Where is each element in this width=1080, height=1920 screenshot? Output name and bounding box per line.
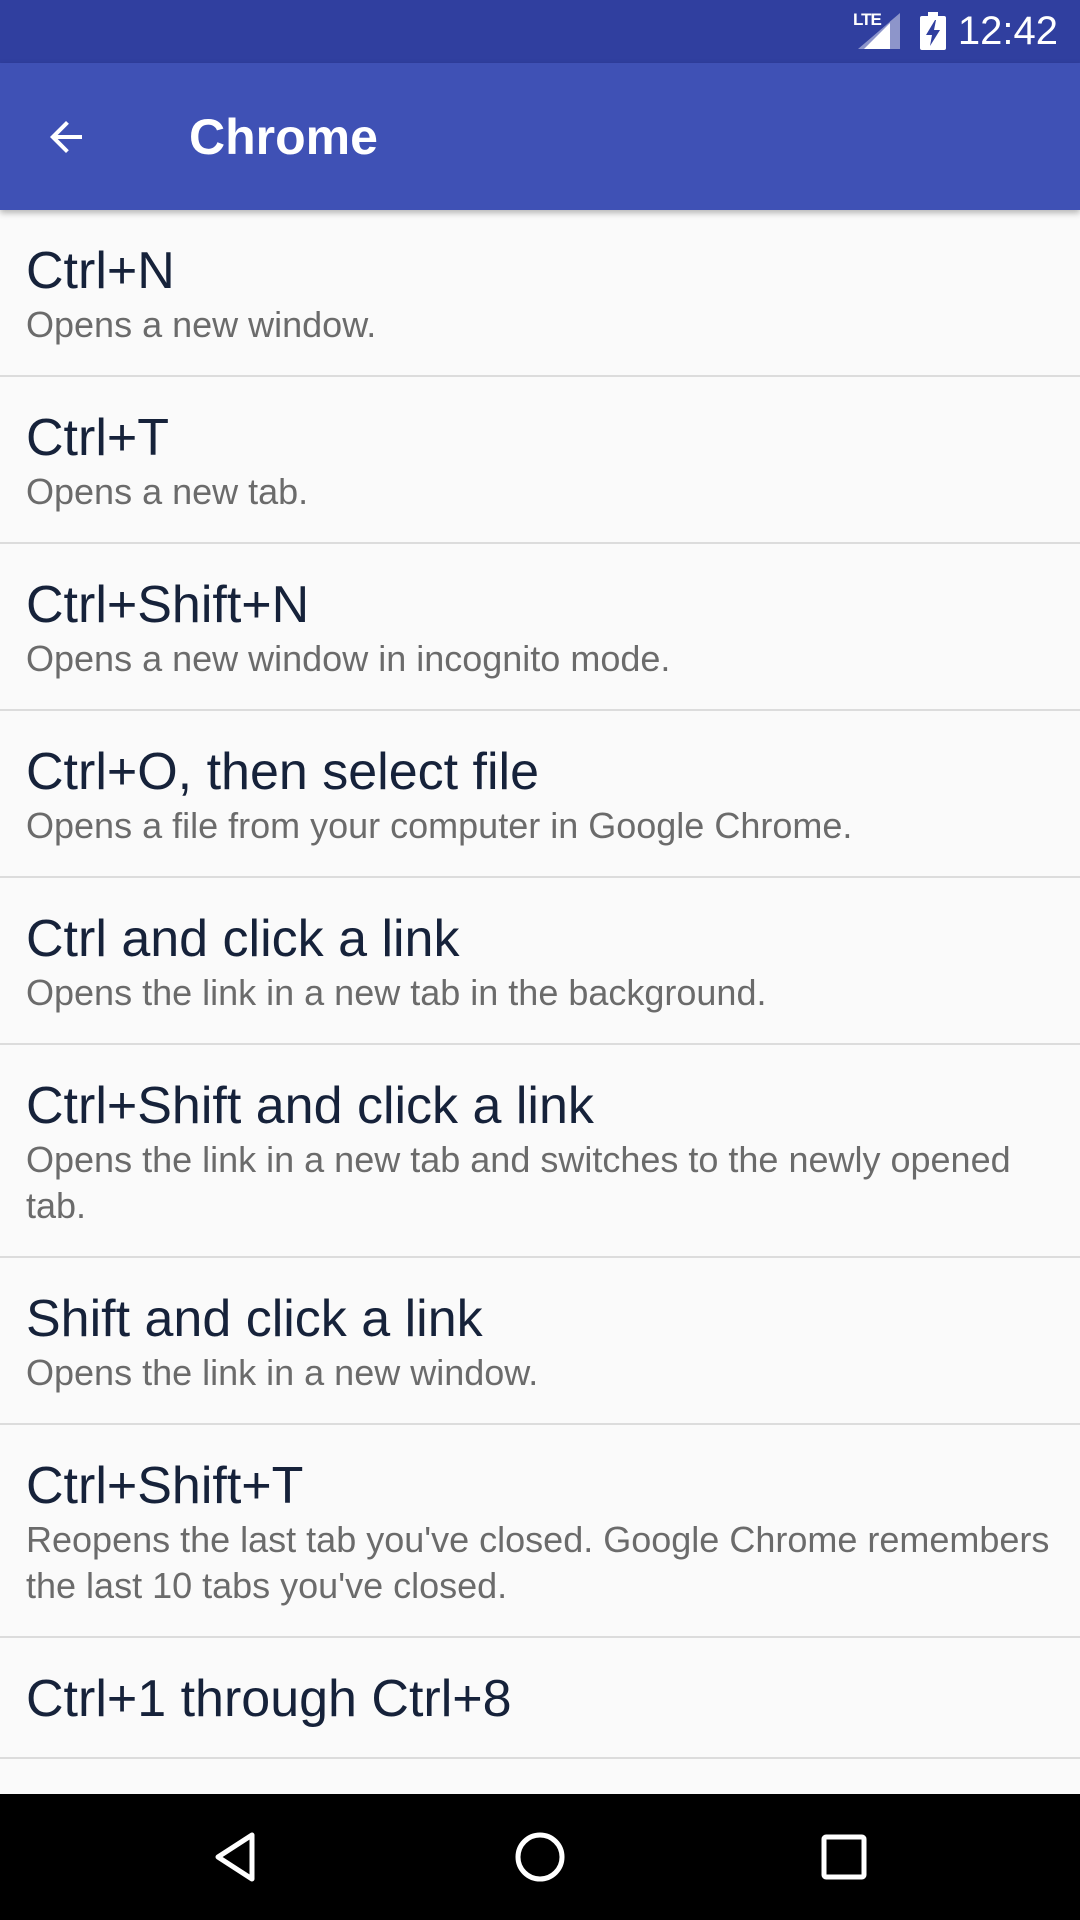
shortcut-description: Opens the link in a new tab and switches… <box>26 1139 1011 1226</box>
shortcut-title: Ctrl+T <box>26 409 169 467</box>
clock: 12:42 <box>957 9 1058 53</box>
shortcut-list[interactable]: Ctrl+N Opens a new window. Ctrl+T Opens … <box>0 210 1080 1794</box>
shortcut-title: Ctrl and click a link <box>26 910 460 968</box>
battery-charging-icon <box>920 12 946 50</box>
shortcut-description: Opens a new window in incognito mode. <box>26 638 671 679</box>
shortcut-description: Opens a new window. <box>26 304 377 345</box>
shortcut-description: Opens the link in a new tab in the backg… <box>26 972 767 1013</box>
navigation-bar <box>0 1794 1080 1920</box>
list-item[interactable]: Ctrl and click a link Opens the link in … <box>0 878 1080 1045</box>
back-button[interactable] <box>30 101 102 173</box>
list-item[interactable]: Shift and click a link Opens the link in… <box>0 1258 1080 1425</box>
shortcut-title: Ctrl+Shift+N <box>26 576 310 634</box>
list-item[interactable]: Ctrl+T Opens a new tab. <box>0 377 1080 544</box>
square-recents-icon[interactable] <box>814 1827 874 1887</box>
shortcut-title: Ctrl+Shift+T <box>26 1457 304 1515</box>
screen: LTE 12:42 Chrome Ctrl+N Opens a new wind… <box>0 0 1080 1920</box>
shortcut-title: Ctrl+1 through Ctrl+8 <box>26 1670 512 1728</box>
list-item[interactable]: Ctrl+1 through Ctrl+8 <box>0 1638 1080 1759</box>
list-item[interactable]: Ctrl+Shift+N Opens a new window in incog… <box>0 544 1080 711</box>
shortcut-title: Ctrl+N <box>26 242 175 300</box>
app-bar: Chrome <box>0 63 1080 210</box>
arrow-back-icon <box>50 121 82 153</box>
list-item[interactable]: Ctrl+N Opens a new window. <box>0 210 1080 377</box>
signal-icon <box>858 13 900 49</box>
list-item[interactable]: Ctrl+Shift+T Reopens the last tab you've… <box>0 1425 1080 1638</box>
triangle-back-icon[interactable] <box>206 1827 266 1887</box>
shortcut-title: Shift and click a link <box>26 1290 483 1348</box>
list-item[interactable]: Ctrl+Shift and click a link Opens the li… <box>0 1045 1080 1258</box>
shortcut-description: Opens a file from your computer in Googl… <box>26 805 853 846</box>
shortcut-description: Reopens the last tab you've closed. Goog… <box>26 1519 1050 1606</box>
shortcut-title: Ctrl+O, then select file <box>26 743 539 801</box>
list-item[interactable]: Ctrl+O, then select file Opens a file fr… <box>0 711 1080 878</box>
circle-home-icon[interactable] <box>510 1827 570 1887</box>
page-title: Chrome <box>189 109 378 165</box>
shortcut-title: Ctrl+Shift and click a link <box>26 1077 594 1135</box>
status-bar: LTE 12:42 <box>0 0 1080 63</box>
shortcut-description: Opens the link in a new window. <box>26 1352 539 1393</box>
shortcut-description: Opens a new tab. <box>26 471 309 512</box>
